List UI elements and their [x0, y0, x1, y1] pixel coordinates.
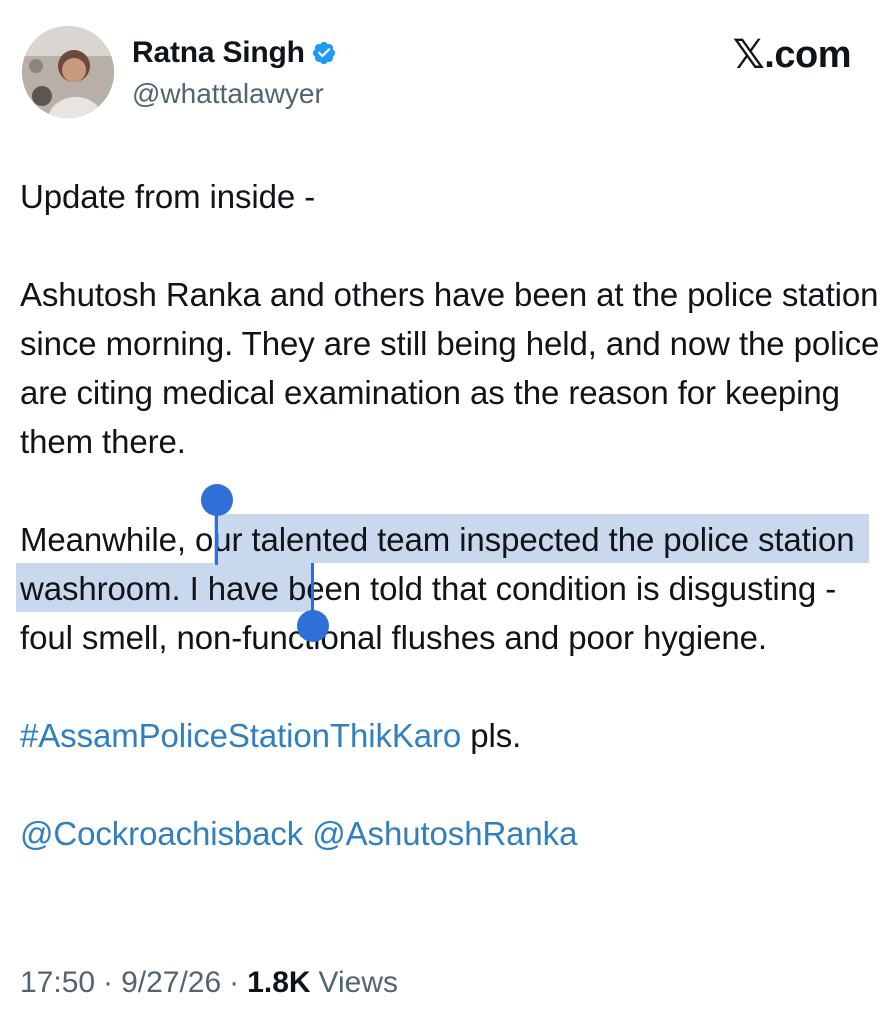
hashtag-paragraph: #AssamPoliceStationThikKaro pls.	[20, 711, 880, 760]
x-logo-icon: 𝕏	[732, 32, 765, 78]
tweet-paragraph: Update from inside -	[20, 178, 316, 215]
mentions-paragraph: @Cockroachisback @AshutoshRanka	[20, 809, 880, 858]
display-name-row: Ratna Singh	[132, 34, 337, 72]
meta-separator: ·	[229, 966, 240, 999]
tweet-body: Update from inside - Ashutosh Ranka and …	[20, 172, 880, 858]
hashtag-link[interactable]: #AssamPoliceStationThikKaro	[20, 717, 461, 754]
views-label: Views	[318, 966, 399, 999]
views-count: 1.8K	[247, 966, 311, 999]
brand-suffix: .com	[764, 34, 851, 76]
tweet-meta: 17:50 · 9/27/26 · 1.8K Views	[20, 963, 398, 1003]
tweet-text: Meanwhile,	[20, 521, 195, 558]
x-com-logo: 𝕏 .com	[732, 32, 852, 78]
display-name[interactable]: Ratna Singh	[132, 34, 305, 72]
tweet-header: Ratna Singh @whattalawyer 𝕏 .com	[0, 0, 889, 140]
tweet-date[interactable]: 9/27/26	[121, 963, 221, 1003]
tweet-time[interactable]: 17:50	[20, 963, 95, 1003]
selection-end-handle[interactable]	[297, 610, 329, 642]
meta-separator: ·	[103, 966, 114, 999]
avatar[interactable]	[22, 26, 114, 118]
author-handle[interactable]: @whattalawyer	[132, 76, 324, 112]
tweet-paragraph: Ashutosh Ranka and others have been at t…	[20, 276, 880, 460]
tweet-paragraph: Meanwhile, our talented team inspected t…	[20, 515, 880, 662]
avatar-image	[22, 26, 114, 118]
tweet-text: pls.	[461, 717, 522, 754]
verified-badge-icon	[312, 41, 335, 65]
mention-link[interactable]: @AshutoshRanka	[312, 815, 577, 852]
selection-start-caret	[215, 505, 218, 565]
mention-link[interactable]: @Cockroachisback	[20, 815, 303, 852]
